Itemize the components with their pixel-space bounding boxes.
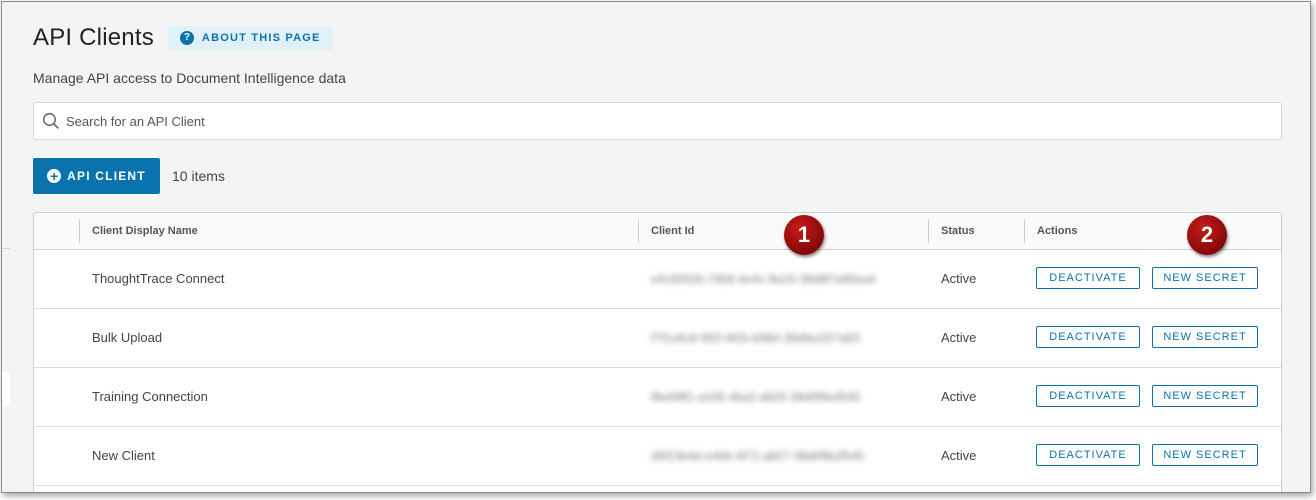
- column-separator: [79, 219, 80, 243]
- deactivate-button[interactable]: DEACTIVATE: [1036, 326, 1140, 348]
- plus-circle-icon: +: [47, 169, 62, 183]
- left-panel-edge: [2, 372, 10, 406]
- client-id: f8a48ff1-a2d5-4ba2-a820-38d0f8a3545: [651, 390, 861, 404]
- column-header-client-id[interactable]: Client Id: [651, 213, 694, 249]
- new-secret-button[interactable]: NEW SECRET: [1152, 326, 1258, 348]
- client-status: Active: [941, 330, 977, 345]
- annotation-marker-1: 1: [784, 215, 824, 255]
- about-this-page-button[interactable]: ? ABOUT THIS PAGE: [167, 26, 333, 50]
- deactivate-button[interactable]: DEACTIVATE: [1036, 267, 1140, 289]
- client-display-name: New Client: [92, 448, 155, 463]
- add-api-client-label: API CLIENT: [67, 169, 146, 183]
- search-box: [33, 102, 1282, 140]
- new-secret-button[interactable]: NEW SECRET: [1152, 267, 1258, 289]
- about-this-page-label: ABOUT THIS PAGE: [201, 32, 321, 44]
- column-separator[interactable]: [928, 219, 929, 243]
- table-row: New Client d5f23b4d-e40b-4f72-a827-38d0f…: [34, 427, 1281, 486]
- client-status: Active: [941, 389, 977, 404]
- client-display-name: Training Connection: [92, 389, 208, 404]
- client-status: Active: [941, 271, 977, 286]
- table-header: Client Display Name Client Id Status Act…: [34, 213, 1281, 250]
- annotation-marker-2: 2: [1187, 215, 1227, 255]
- page-title: API Clients: [33, 24, 154, 51]
- left-divider: [2, 248, 10, 249]
- client-id: e4c8302b-7d58-4e4c-9a15-38d8f7a90ea4: [651, 272, 876, 286]
- client-id: d5f23b4d-e40b-4f72-a827-38d0f8a3545: [651, 449, 864, 463]
- api-clients-table: Client Display Name Client Id Status Act…: [33, 212, 1282, 492]
- column-header-status[interactable]: Status: [941, 213, 975, 249]
- title-row: API Clients ? ABOUT THIS PAGE: [33, 24, 333, 52]
- table-row: Bulk Upload f7f1e6c8-9f2f-4f2b-b98d-38d8…: [34, 309, 1281, 368]
- toolbar: + API CLIENT 10 items: [33, 158, 225, 194]
- table-row: ThoughtTrace Connect e4c8302b-7d58-4e4c-…: [34, 250, 1281, 309]
- page-subtitle: Manage API access to Document Intelligen…: [33, 70, 346, 86]
- new-secret-button[interactable]: NEW SECRET: [1152, 444, 1258, 466]
- item-count: 10 items: [172, 168, 225, 184]
- app-window: API Clients ? ABOUT THIS PAGE Manage API…: [1, 1, 1311, 493]
- column-header-client-display-name[interactable]: Client Display Name: [92, 213, 198, 249]
- column-separator[interactable]: [638, 219, 639, 243]
- client-status: Active: [941, 448, 977, 463]
- client-id: f7f1e6c8-9f2f-4f2b-b98d-38d8a1f27a63: [651, 331, 860, 345]
- search-input[interactable]: [64, 112, 1168, 130]
- new-secret-button[interactable]: NEW SECRET: [1152, 385, 1258, 407]
- help-icon: ?: [179, 31, 194, 45]
- client-display-name: ThoughtTrace Connect: [92, 271, 225, 286]
- deactivate-button[interactable]: DEACTIVATE: [1036, 385, 1140, 407]
- column-header-actions: Actions: [1037, 225, 1078, 237]
- client-display-name: Bulk Upload: [92, 330, 163, 345]
- search-icon: [43, 113, 59, 129]
- column-separator[interactable]: [1024, 219, 1025, 243]
- deactivate-button[interactable]: DEACTIVATE: [1036, 444, 1140, 466]
- table-row: Training Connection f8a48ff1-a2d5-4ba2-a…: [34, 368, 1281, 427]
- add-api-client-button[interactable]: + API CLIENT: [33, 158, 160, 194]
